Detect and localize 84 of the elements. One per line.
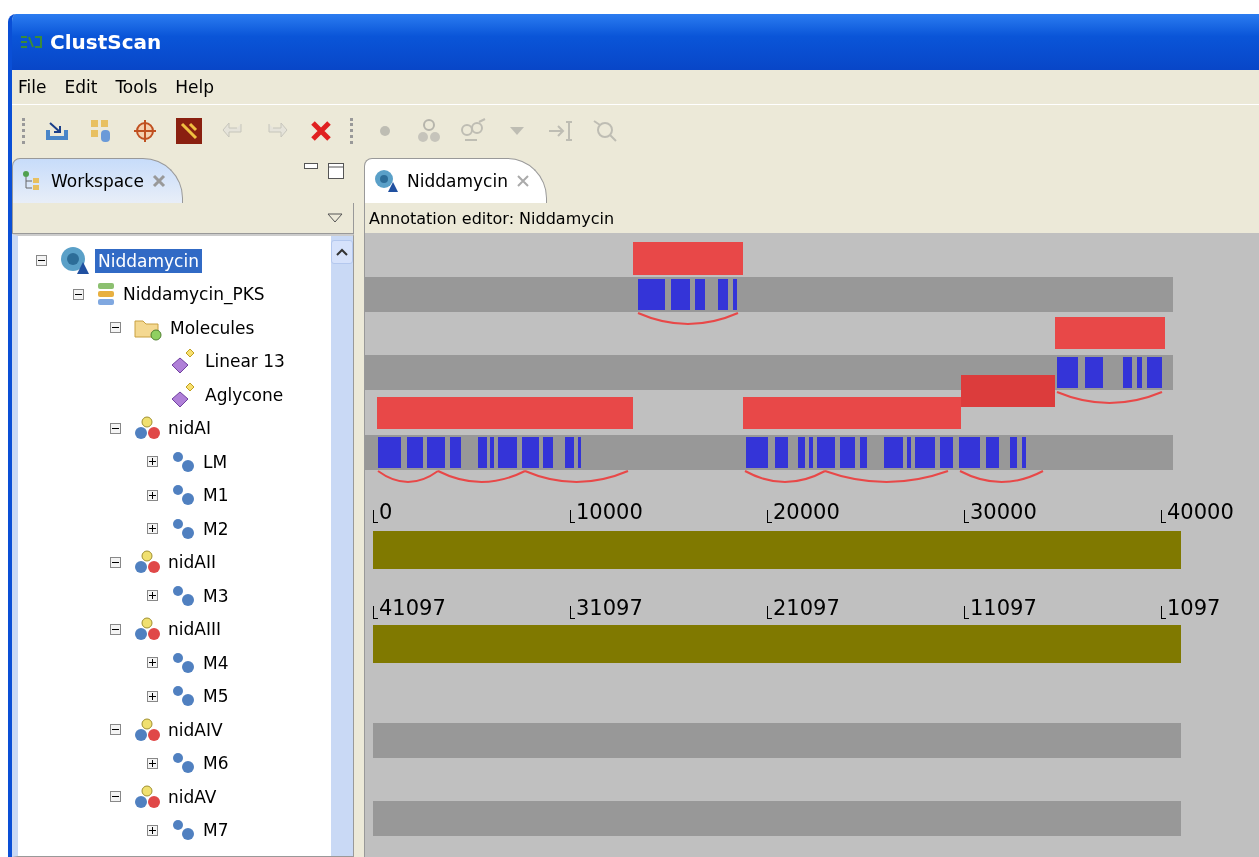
tick-label: 20000 — [773, 502, 840, 523]
tick-label: 21097 — [773, 598, 840, 619]
tick-mark — [570, 510, 575, 523]
tick-mark — [1161, 606, 1166, 619]
expand-icon[interactable] — [147, 489, 158, 501]
tick-label: 1097 — [1167, 598, 1221, 619]
tick-label: 30000 — [970, 502, 1037, 523]
two-circles-icon — [170, 449, 196, 474]
collapse-icon[interactable] — [110, 556, 121, 568]
tick-mark — [767, 606, 772, 619]
layers-icon — [96, 281, 116, 308]
collapse-icon[interactable] — [110, 791, 121, 803]
window-title: ClustScan — [50, 30, 162, 54]
two-circles-icon — [170, 751, 196, 776]
collapse-icon[interactable] — [110, 623, 121, 635]
tree-item[interactable]: nidAV — [165, 784, 220, 809]
view-menu-icon[interactable] — [327, 213, 343, 223]
tree-item[interactable]: nidAI — [165, 416, 214, 441]
tree-item[interactable]: Niddamycin — [95, 248, 202, 273]
three-circles-icon — [133, 783, 161, 810]
app-icon — [20, 35, 42, 49]
caret-icon — [336, 248, 348, 256]
tree-item[interactable]: nidAIII — [165, 617, 224, 642]
three-circles-icon — [133, 549, 161, 576]
tree-item[interactable]: nidAII — [165, 550, 219, 575]
tree-item[interactable]: M1 — [200, 483, 232, 508]
tick-label: 10000 — [576, 502, 643, 523]
workspace-tab[interactable]: Workspace — [12, 158, 183, 203]
tick-label: 11097 — [970, 598, 1037, 619]
tree-item[interactable]: M3 — [200, 583, 232, 608]
three-circles-icon — [133, 415, 161, 442]
expand-icon[interactable] — [147, 523, 158, 535]
two-circles-icon — [170, 818, 196, 843]
menu-item[interactable]: File — [18, 77, 47, 97]
menu-item[interactable]: Tools — [115, 77, 158, 97]
tick-mark — [373, 510, 378, 523]
collapse-icon[interactable] — [36, 255, 47, 267]
project-icon — [59, 245, 91, 276]
two-circles-icon — [170, 650, 196, 675]
two-circles-icon — [170, 483, 196, 508]
three-circles-icon — [133, 716, 161, 743]
tree-item[interactable]: Linear 13 — [202, 349, 288, 374]
tick-mark — [570, 606, 575, 619]
minimize-icon[interactable] — [304, 163, 318, 171]
expand-icon[interactable] — [147, 590, 158, 602]
expand-icon[interactable] — [147, 824, 158, 836]
tick-mark — [964, 606, 969, 619]
tick-label: 40000 — [1167, 502, 1234, 523]
tree-item[interactable]: LM — [200, 449, 231, 474]
tree-item[interactable]: M5 — [200, 684, 232, 709]
tick-mark — [767, 510, 772, 523]
two-circles-icon — [170, 583, 196, 608]
menu-item[interactable]: Help — [175, 77, 215, 97]
expand-icon[interactable] — [147, 456, 158, 468]
collapse-icon[interactable] — [110, 322, 121, 334]
tick-mark — [964, 510, 969, 523]
project-icon — [373, 169, 399, 193]
maximize-icon[interactable] — [328, 163, 344, 179]
scrollbar[interactable] — [331, 236, 353, 856]
tick-mark — [373, 606, 378, 619]
tree-item[interactable]: M2 — [200, 516, 232, 541]
tree-item[interactable]: M4 — [200, 650, 232, 675]
tree-item[interactable]: Molecules — [167, 315, 258, 340]
tree-item[interactable]: nidAIV — [165, 717, 226, 742]
expand-icon[interactable] — [147, 690, 158, 702]
tree-item[interactable]: M7 — [200, 818, 232, 843]
tick-mark — [1161, 510, 1166, 523]
tree-item[interactable]: M6 — [200, 751, 232, 776]
collapse-icon[interactable] — [73, 288, 84, 300]
tree-item[interactable]: Niddamycin_PKS — [120, 282, 268, 307]
collapse-icon[interactable] — [110, 422, 121, 434]
expand-icon[interactable] — [147, 657, 158, 669]
two-circles-icon — [170, 516, 196, 541]
tree-item[interactable]: Aglycone — [202, 382, 287, 407]
tick-label: 0 — [379, 502, 393, 523]
scroll-up-button[interactable] — [331, 240, 353, 264]
collapse-icon[interactable] — [110, 724, 121, 736]
tick-label: 41097 — [379, 598, 446, 619]
tick-label: 31097 — [576, 598, 643, 619]
menu-item[interactable]: Edit — [64, 77, 98, 97]
two-circles-icon — [170, 684, 196, 709]
editor-tab[interactable]: Niddamycin — [364, 158, 547, 203]
expand-icon[interactable] — [147, 757, 158, 769]
three-circles-icon — [133, 616, 161, 643]
